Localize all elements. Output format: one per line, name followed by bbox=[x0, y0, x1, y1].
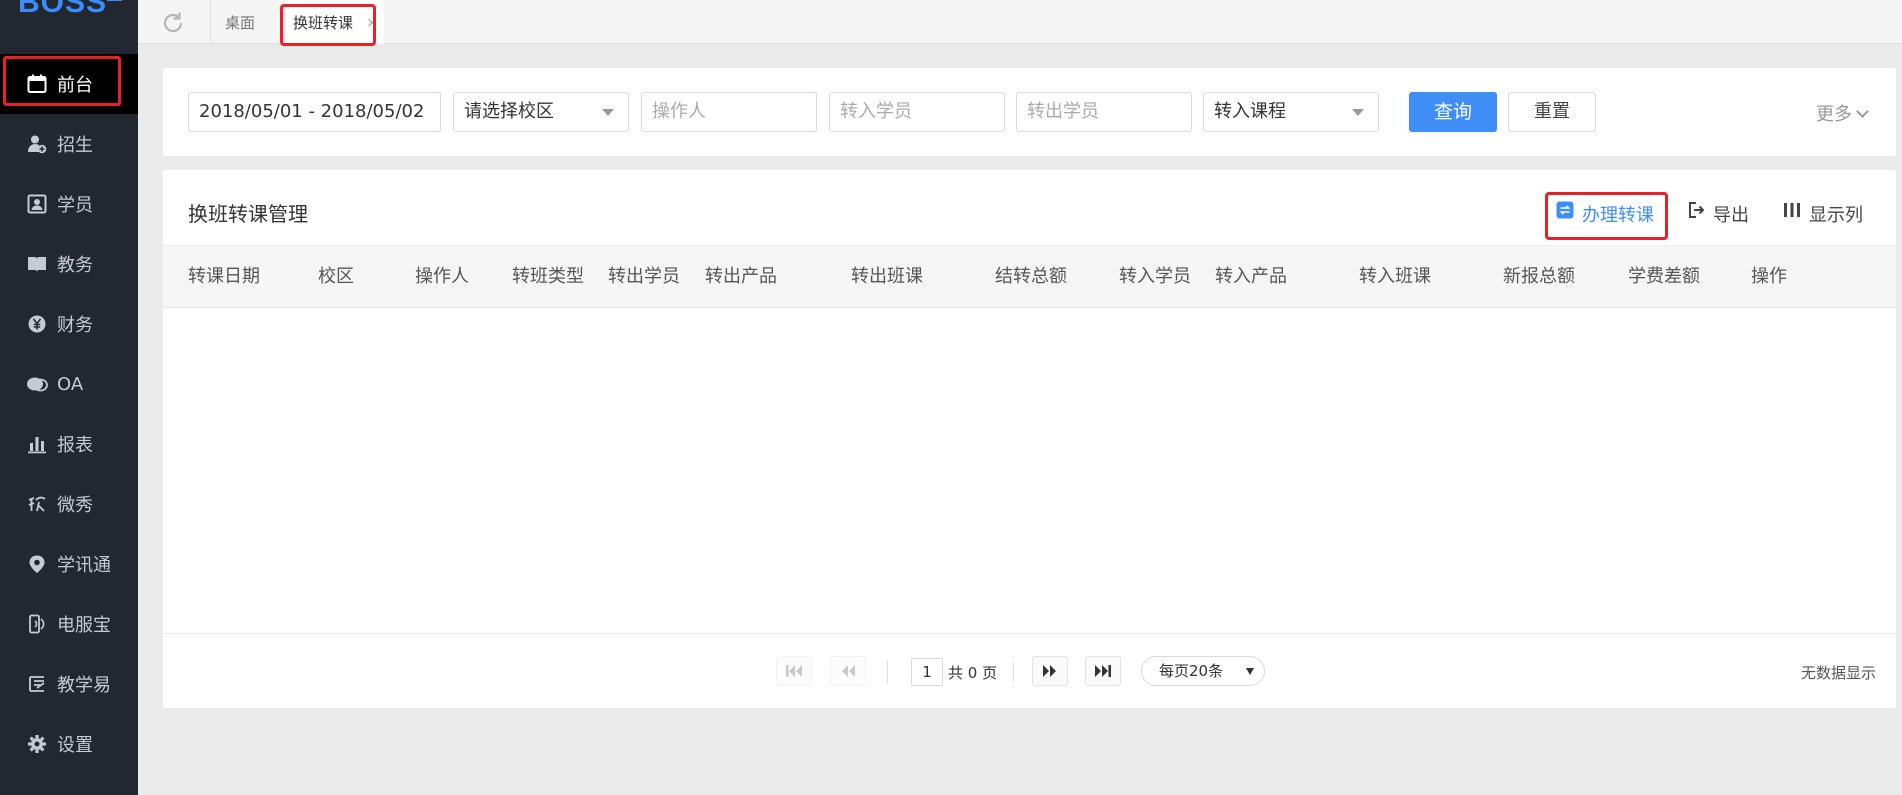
query-button[interactable]: 查询 bbox=[1409, 92, 1497, 132]
sidebar-item-label: 微秀 bbox=[57, 495, 93, 516]
column-header[interactable]: 转出产品 bbox=[705, 246, 777, 308]
pager-separator bbox=[1013, 661, 1014, 683]
first-page-icon bbox=[786, 665, 802, 677]
export-icon bbox=[1687, 194, 1705, 234]
sidebar-item-label: 财务 bbox=[57, 315, 93, 336]
pager-separator bbox=[887, 661, 888, 683]
table-body-divider bbox=[163, 633, 1896, 634]
sidebar-item-xuexuntong[interactable]: 学讯通 bbox=[0, 534, 138, 594]
sidebar-item-label: 电服宝 bbox=[57, 615, 111, 636]
filter-panel: 2018/05/01 - 2018/05/02 请选择校区 操作人 转入学员 转… bbox=[163, 68, 1896, 156]
sidebar-item-weixiu[interactable]: 微秀 bbox=[0, 474, 138, 534]
prev-page-icon bbox=[842, 665, 855, 677]
handle-transfer-button[interactable]: 办理转课 bbox=[1545, 192, 1668, 240]
sidebar-item-label: 学员 bbox=[57, 195, 93, 216]
sidebar-item-label: 报表 bbox=[57, 435, 93, 456]
book-icon bbox=[26, 253, 48, 275]
sidebar-item-academic[interactable]: 教务 bbox=[0, 234, 138, 294]
sidebar-item-jiaoxueyi[interactable]: 教学易 bbox=[0, 654, 138, 714]
total-pages: 共 0 页 bbox=[948, 664, 998, 682]
operator-input[interactable]: 操作人 bbox=[641, 92, 817, 132]
last-page-icon bbox=[1095, 665, 1111, 677]
tab-desktop[interactable]: 桌面 bbox=[210, 0, 284, 44]
column-header[interactable]: 转出学员 bbox=[608, 246, 680, 308]
sidebar-item-label: 教学易 bbox=[57, 675, 111, 696]
sidebar-item-label: 招生 bbox=[57, 135, 93, 156]
in-student-input[interactable]: 转入学员 bbox=[829, 92, 1005, 132]
column-header[interactable]: 转入产品 bbox=[1215, 246, 1287, 308]
column-header[interactable]: 校区 bbox=[318, 246, 354, 308]
transfer-icon bbox=[1556, 194, 1574, 234]
column-header[interactable]: 学费差额 bbox=[1628, 246, 1700, 308]
yen-coin-icon bbox=[26, 313, 48, 335]
prev-page-button[interactable] bbox=[830, 656, 866, 686]
column-header[interactable]: 转班类型 bbox=[512, 246, 584, 308]
no-data-message: 无数据显示 bbox=[1800, 664, 1876, 682]
sidebar-item-label: 前台 bbox=[57, 75, 93, 96]
tab-label: 换班转课 bbox=[293, 14, 354, 32]
teaching-icon bbox=[26, 673, 48, 695]
app-logo: BOSS系 bbox=[18, 0, 123, 20]
date-range-input[interactable]: 2018/05/01 - 2018/05/02 bbox=[188, 92, 441, 132]
course-select[interactable]: 转入课程 bbox=[1203, 92, 1379, 132]
next-page-button[interactable] bbox=[1032, 656, 1068, 686]
calendar-icon bbox=[26, 73, 48, 95]
column-header[interactable]: 操作 bbox=[1751, 246, 1787, 308]
column-header[interactable]: 转出班课 bbox=[851, 246, 923, 308]
sidebar-item-reports[interactable]: 报表 bbox=[0, 414, 138, 474]
column-header[interactable]: 转入学员 bbox=[1119, 246, 1191, 308]
sidebar-item-label: 设置 bbox=[57, 735, 93, 756]
gear-icon bbox=[26, 733, 48, 755]
student-card-icon bbox=[26, 193, 48, 215]
sidebar-item-frontdesk[interactable]: 前台 bbox=[0, 54, 138, 114]
sidebar-item-settings[interactable]: 设置 bbox=[0, 714, 138, 774]
bar-chart-icon bbox=[26, 433, 48, 455]
sidebar-item-enroll[interactable]: 招生 bbox=[0, 114, 138, 174]
caret-down-icon bbox=[1246, 668, 1254, 675]
panel-title: 换班转课管理 bbox=[188, 202, 308, 226]
chevron-down-icon bbox=[602, 109, 614, 116]
export-button[interactable]: 导出 bbox=[1687, 196, 1749, 236]
close-icon[interactable]: × bbox=[366, 0, 378, 46]
refresh-icon[interactable] bbox=[160, 10, 186, 36]
sidebar-item-label: 学讯通 bbox=[57, 555, 111, 576]
table-header: 转课日期 校区 操作人 转班类型 转出学员 转出产品 转出班课 结转总额 转入学… bbox=[163, 245, 1896, 308]
xiu-icon bbox=[26, 493, 48, 515]
columns-icon bbox=[1783, 194, 1801, 234]
column-header[interactable]: 转课日期 bbox=[188, 246, 260, 308]
chevron-down-icon bbox=[1352, 109, 1364, 116]
tab-transfer-class[interactable]: 换班转课 × bbox=[280, 0, 384, 46]
first-page-button[interactable] bbox=[776, 656, 812, 686]
sidebar-item-label: 教务 bbox=[57, 255, 93, 276]
tab-bar: 桌面 换班转课 × bbox=[138, 0, 1902, 46]
column-header[interactable]: 新报总额 bbox=[1503, 246, 1575, 308]
campus-select[interactable]: 请选择校区 bbox=[453, 92, 629, 132]
sidebar-item-students[interactable]: 学员 bbox=[0, 174, 138, 234]
next-page-icon bbox=[1043, 665, 1056, 677]
sidebar-item-finance[interactable]: 财务 bbox=[0, 294, 138, 354]
column-header[interactable]: 操作人 bbox=[415, 246, 469, 308]
chat-bubbles-icon bbox=[26, 373, 48, 395]
transfer-management-panel: 换班转课管理 办理转课 导出 显示列 转课日期 校区 操作人 转班类型 转出学员… bbox=[163, 170, 1896, 708]
last-page-button[interactable] bbox=[1085, 656, 1121, 686]
sidebar-item-label: OA bbox=[57, 373, 84, 395]
column-header[interactable]: 转入班课 bbox=[1359, 246, 1431, 308]
show-columns-button[interactable]: 显示列 bbox=[1783, 196, 1863, 236]
sidebar: BOSS系 前台 招生 学员 教务 bbox=[0, 0, 138, 795]
out-student-input[interactable]: 转出学员 bbox=[1016, 92, 1192, 132]
sidebar-item-dianfubao[interactable]: 电服宝 bbox=[0, 594, 138, 654]
phone-signal-icon bbox=[26, 613, 48, 635]
more-filters-toggle[interactable]: 更多 bbox=[1816, 100, 1869, 126]
page-number-input[interactable]: 1 bbox=[911, 658, 943, 686]
column-header[interactable]: 结转总额 bbox=[995, 246, 1067, 308]
reset-button[interactable]: 重置 bbox=[1508, 92, 1596, 132]
location-pin-icon bbox=[26, 553, 48, 575]
pagination: 1 共 0 页 每页20条 无数据显示 bbox=[163, 650, 1896, 694]
sidebar-item-oa[interactable]: OA bbox=[0, 354, 138, 414]
sidebar-nav: 前台 招生 学员 教务 财务 OA 报表 微秀 学讯通 电服宝 教学易 设置 bbox=[0, 54, 138, 774]
add-user-icon bbox=[26, 133, 48, 155]
chevron-down-icon bbox=[1856, 105, 1869, 118]
page-size-select[interactable]: 每页20条 bbox=[1141, 656, 1265, 686]
